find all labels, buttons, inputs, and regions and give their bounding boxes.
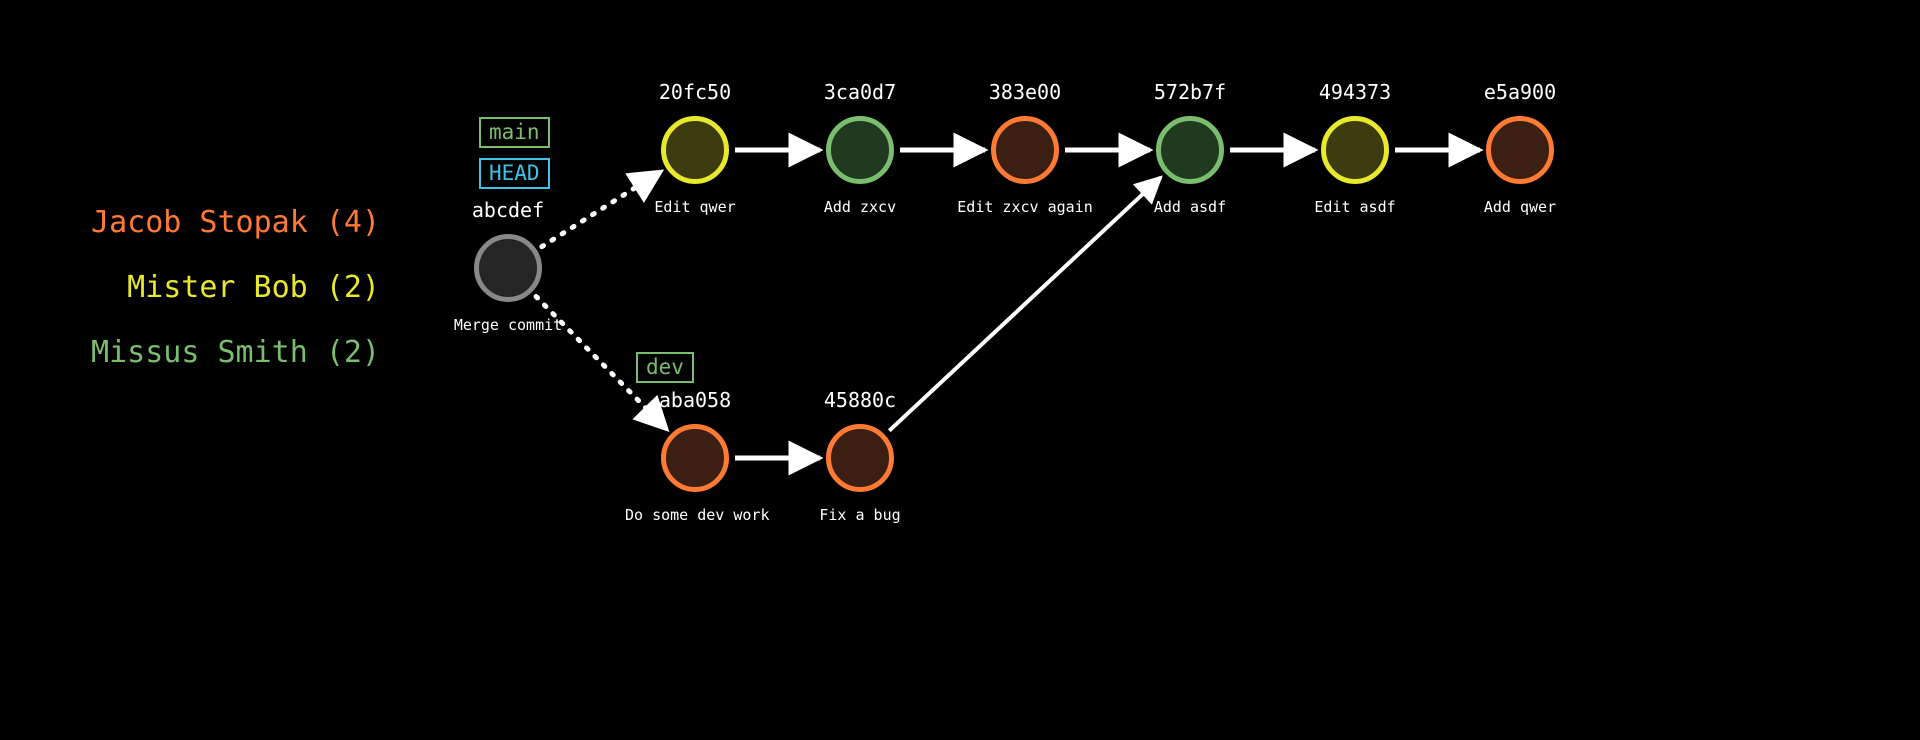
commit-circle-icon [661, 116, 729, 184]
commit-circle-icon [1486, 116, 1554, 184]
author-legend: Jacob Stopak (4) Mister Bob (2) Missus S… [50, 205, 380, 370]
commit-circle-icon [826, 116, 894, 184]
commit-node: abcdef Merge commit [438, 198, 578, 334]
commit-message: Edit zxcv again [955, 198, 1095, 216]
commit-message: Edit asdf [1285, 198, 1425, 216]
commit-message: Do some dev work [625, 506, 765, 524]
commit-node: 45880c Fix a bug [790, 388, 930, 524]
git-graph-diagram: Jacob Stopak (4) Mister Bob (2) Missus S… [0, 0, 1920, 740]
commit-message: Add asdf [1120, 198, 1260, 216]
commit-message: Add qwer [1450, 198, 1590, 216]
author-entry: Mister Bob (2) [50, 270, 380, 305]
branch-tag-dev: dev [636, 352, 694, 383]
author-entry: Jacob Stopak (4) [50, 205, 380, 240]
commit-message: Merge commit [438, 316, 578, 334]
commit-message: Fix a bug [790, 506, 930, 524]
commit-node: 572b7f Add asdf [1120, 80, 1260, 216]
commit-hash: 383e00 [955, 80, 1095, 104]
commit-message: Edit qwer [625, 198, 765, 216]
commit-hash: e5a900 [1450, 80, 1590, 104]
commit-circle-icon [1321, 116, 1389, 184]
commit-hash: abcdef [438, 198, 578, 222]
commit-hash: 494373 [1285, 80, 1425, 104]
commit-node: 494373 Edit asdf [1285, 80, 1425, 216]
commit-hash: 3ca0d7 [790, 80, 930, 104]
commit-circle-icon [826, 424, 894, 492]
commit-circle-icon [661, 424, 729, 492]
commit-node: 3ca0d7 Add zxcv [790, 80, 930, 216]
commit-circle-icon [1156, 116, 1224, 184]
head-tag: HEAD [479, 158, 550, 189]
commit-node: 383e00 Edit zxcv again [955, 80, 1095, 216]
commit-circle-icon [474, 234, 542, 302]
commit-hash: 572b7f [1120, 80, 1260, 104]
author-entry: Missus Smith (2) [50, 335, 380, 370]
branch-tag-main: main [479, 117, 550, 148]
commit-hash: aba058 [625, 388, 765, 412]
commit-message: Add zxcv [790, 198, 930, 216]
commit-node: 20fc50 Edit qwer [625, 80, 765, 216]
commit-node: e5a900 Add qwer [1450, 80, 1590, 216]
commit-node: aba058 Do some dev work [625, 388, 765, 524]
commit-hash: 45880c [790, 388, 930, 412]
commit-circle-icon [991, 116, 1059, 184]
commit-hash: 20fc50 [625, 80, 765, 104]
